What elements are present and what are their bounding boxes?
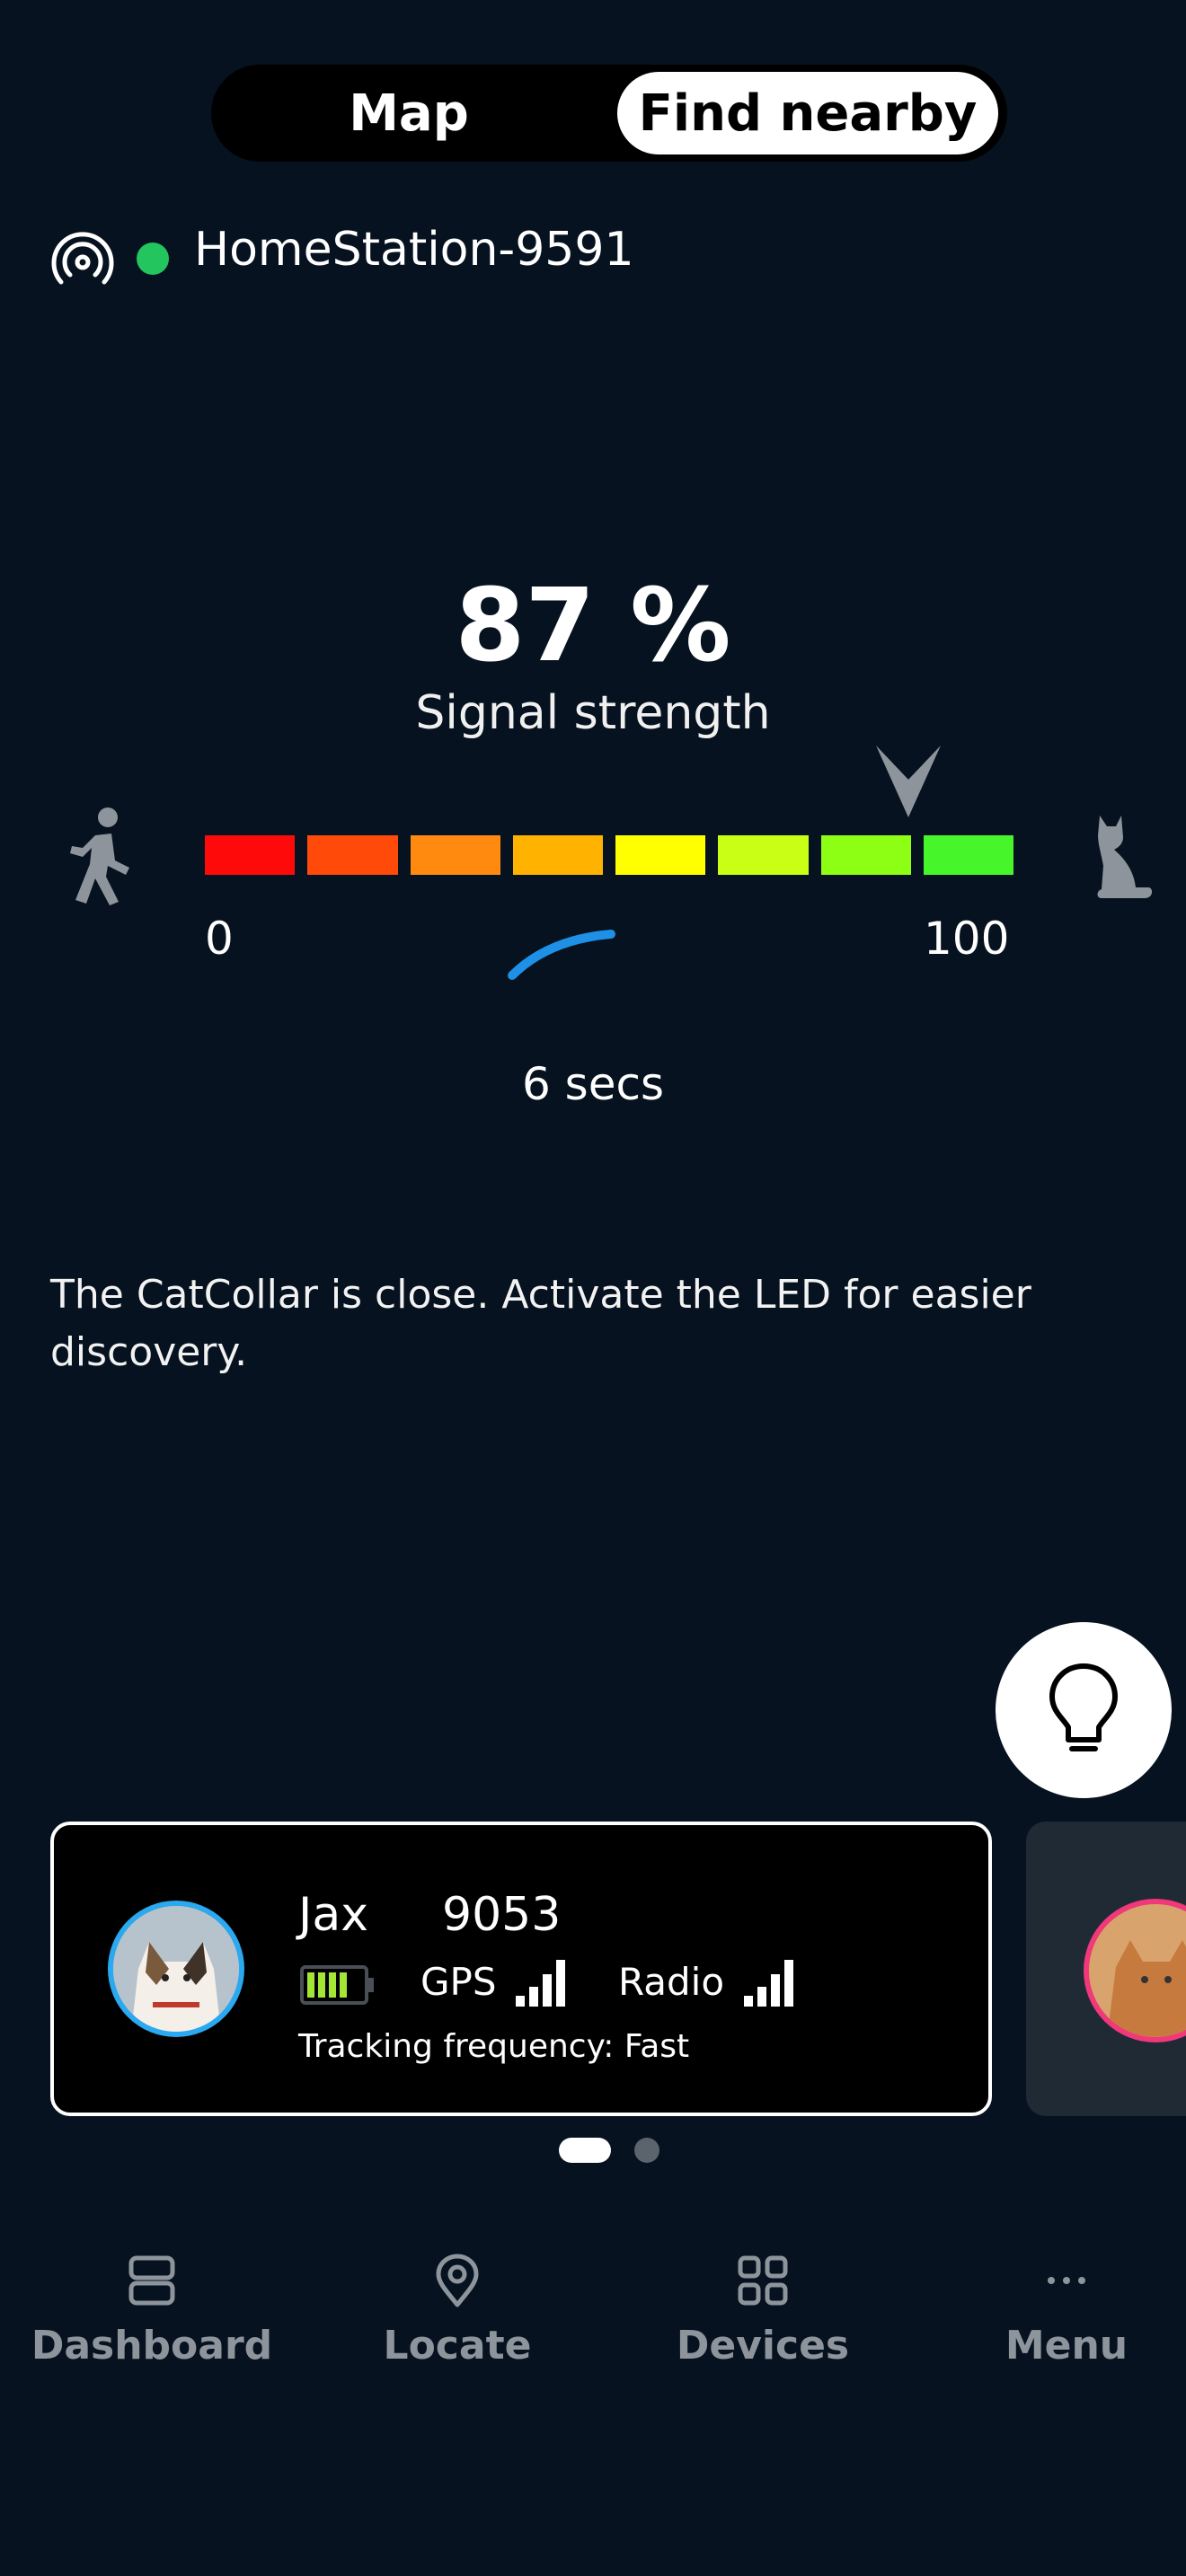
- pager-dot-active[interactable]: [559, 2138, 611, 2163]
- pet-id: 9053: [442, 1888, 562, 1942]
- battery-icon: [300, 1965, 374, 2005]
- pet-card[interactable]: Jax 9053 GPS Radio Tracking frequency: F…: [50, 1822, 992, 2116]
- tab-map[interactable]: Map: [211, 65, 606, 162]
- nav-label: Devices: [676, 2323, 850, 2369]
- nav-dashboard[interactable]: Dashboard: [4, 2253, 300, 2378]
- scale-min-label: 0: [205, 913, 234, 965]
- pet-avatar: [1084, 1899, 1186, 2042]
- signal-bar-segment: [820, 835, 911, 875]
- signal-bar-segment: [923, 835, 1013, 875]
- activate-led-button[interactable]: [996, 1622, 1172, 1798]
- proximity-hint: The CatCollar is close. Activate the LED…: [50, 1272, 1031, 1375]
- gps-signal-icon: [516, 1960, 565, 2007]
- location-pin-icon: [436, 2254, 479, 2307]
- status-dot: [137, 243, 169, 275]
- refresh-timer: 6 secs: [521, 1058, 665, 1110]
- radio-signal-icon: [51, 232, 114, 285]
- pet-card-next[interactable]: [1026, 1822, 1186, 2116]
- dashboard-icon: [128, 2255, 175, 2306]
- signal-strength-value: 87 %: [455, 568, 731, 684]
- tracking-frequency: Tracking frequency: Fast: [298, 2028, 690, 2065]
- signal-bar-segment: [410, 835, 500, 875]
- signal-bar-segment: [718, 835, 809, 875]
- more-dots-icon: [1048, 2277, 1085, 2284]
- signal-bar-segment: [512, 835, 603, 875]
- signal-marker-icon: [876, 745, 941, 817]
- view-switcher: Map Find nearby: [211, 65, 1007, 162]
- tab-find-nearby[interactable]: Find nearby: [617, 72, 998, 154]
- signal-bar-segment: [205, 835, 296, 875]
- nav-menu[interactable]: Menu: [918, 2253, 1186, 2378]
- radio-signal-bars-icon: [744, 1960, 793, 2007]
- scale-max-label: 100: [924, 913, 1010, 965]
- nav-label: Locate: [383, 2323, 532, 2369]
- signal-strength-label: Signal strength: [415, 686, 771, 740]
- nav-devices[interactable]: Devices: [615, 2253, 911, 2378]
- radio-label: Radio: [618, 1960, 725, 2004]
- nav-label: Menu: [1005, 2323, 1128, 2369]
- cat-icon: [1097, 816, 1153, 898]
- pet-avatar: [108, 1901, 244, 2037]
- walking-person-icon: [70, 807, 129, 905]
- grid-icon: [738, 2255, 788, 2306]
- refresh-progress-arc: [508, 930, 615, 980]
- signal-strength-bar: [205, 835, 1013, 875]
- pager-dot[interactable]: [634, 2138, 659, 2163]
- station-name: HomeStation-9591: [194, 223, 634, 277]
- gps-label: GPS: [420, 1960, 497, 2004]
- pet-name: Jax: [298, 1888, 368, 1942]
- nav-locate[interactable]: Locate: [309, 2253, 606, 2378]
- signal-bar-segment: [307, 835, 398, 875]
- signal-bar-segment: [615, 835, 706, 875]
- lightbulb-icon: [1049, 1663, 1118, 1751]
- nav-label: Dashboard: [31, 2323, 273, 2369]
